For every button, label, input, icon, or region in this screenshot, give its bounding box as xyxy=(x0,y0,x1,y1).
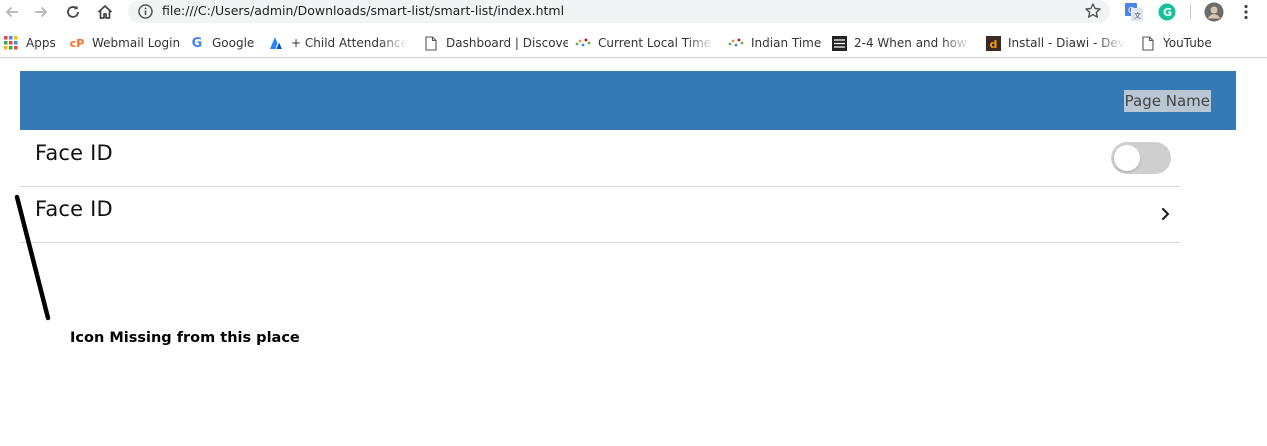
page-icon xyxy=(1140,35,1156,51)
atlassian-icon xyxy=(268,35,284,51)
bookmark-dashboard-discover[interactable]: Dashboard | Discover xyxy=(423,34,568,52)
bookmark-apps[interactable]: Apps xyxy=(3,34,63,52)
page-title: Page Name xyxy=(1123,90,1211,112)
toggle-knob xyxy=(1114,145,1140,171)
back-button[interactable] xyxy=(2,2,22,22)
bookmark-child-attendance[interactable]: + Child Attendance - xyxy=(268,34,408,52)
diawi-icon: d xyxy=(985,35,1001,51)
browser-toolbar: file:///C:/Users/admin/Downloads/smart-l… xyxy=(0,0,1267,24)
home-button[interactable] xyxy=(95,2,115,22)
page-icon xyxy=(423,35,439,51)
annotation-text: Icon Missing from this place xyxy=(70,330,300,346)
bookmark-webmail-login[interactable]: cP Webmail Login xyxy=(69,34,181,52)
grammarly-extension[interactable]: G xyxy=(1157,2,1177,22)
arrow-right-icon xyxy=(35,6,48,18)
forward-button[interactable] xyxy=(31,2,51,22)
info-icon xyxy=(138,4,153,19)
google-icon: G xyxy=(191,35,203,51)
app-header: Page Name xyxy=(20,71,1236,130)
timeanddate-icon xyxy=(728,35,744,51)
address-bar[interactable]: file:///C:/Users/admin/Downloads/smart-l… xyxy=(128,0,1110,23)
reload-icon xyxy=(67,5,79,18)
list-item[interactable]: Face ID xyxy=(20,187,1181,243)
home-icon xyxy=(97,5,113,19)
list-item-label: Face ID xyxy=(35,141,113,165)
more-vertical-icon xyxy=(1244,4,1248,20)
svg-text:文: 文 xyxy=(1134,11,1141,20)
translate-icon: G文 xyxy=(1125,3,1143,21)
bookmark-when-and-how[interactable]: 2-4 When and how fu xyxy=(831,34,971,52)
chevron-right-icon[interactable] xyxy=(1159,206,1173,222)
browser-menu-button[interactable] xyxy=(1236,2,1256,22)
svg-text:G: G xyxy=(1163,6,1172,19)
reload-button[interactable] xyxy=(63,2,83,22)
profile-avatar[interactable] xyxy=(1204,2,1224,22)
bookmark-indian-time[interactable]: Indian Time xyxy=(728,34,823,52)
cpanel-icon: cP xyxy=(69,36,85,50)
bookmark-google[interactable]: G Google xyxy=(189,34,261,52)
face-id-toggle[interactable] xyxy=(1111,142,1171,174)
avatar-icon xyxy=(1204,2,1224,22)
google-translate-extension[interactable]: G文 xyxy=(1124,2,1144,22)
doc-icon xyxy=(831,35,847,51)
list-item-label: Face ID xyxy=(35,197,113,221)
bookmarks-bar: Apps cP Webmail Login G Google + Child A… xyxy=(0,30,1267,58)
svg-text:d: d xyxy=(989,38,997,51)
toolbar-separator xyxy=(1190,4,1191,19)
bookmark-youtube[interactable]: YouTube xyxy=(1140,34,1235,52)
timeanddate-icon xyxy=(575,35,591,51)
arrow-left-icon xyxy=(5,6,18,18)
bookmark-current-local-time[interactable]: Current Local Time in xyxy=(575,34,715,52)
bookmark-star-icon[interactable] xyxy=(1084,2,1102,20)
apps-grid-icon xyxy=(3,35,19,51)
grammarly-icon: G xyxy=(1158,3,1176,21)
bookmark-install-diawi[interactable]: d Install - Diawi - Devel xyxy=(985,34,1125,52)
url-text[interactable]: file:///C:/Users/admin/Downloads/smart-l… xyxy=(162,3,564,18)
list-item: Face ID xyxy=(20,131,1181,187)
